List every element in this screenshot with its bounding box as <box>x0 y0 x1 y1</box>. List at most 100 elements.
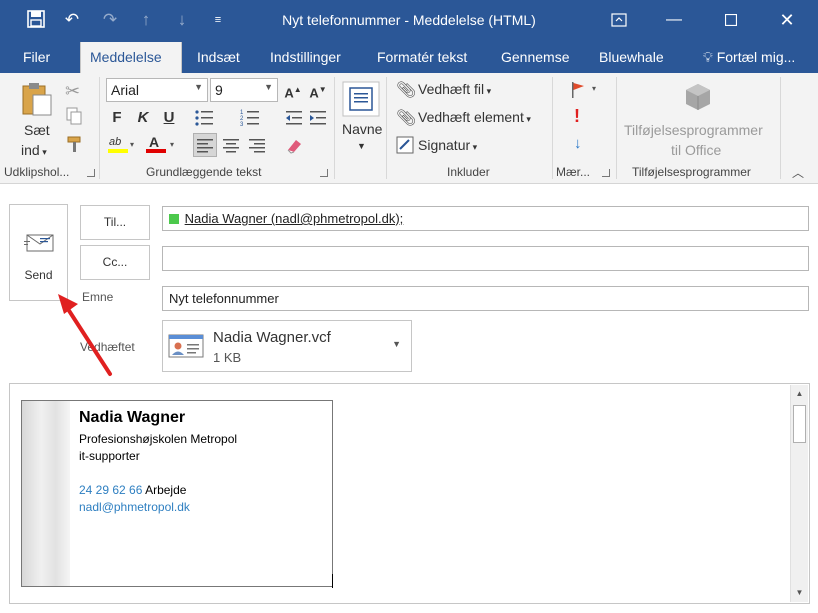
tab-message[interactable]: Meddelelse <box>80 42 182 73</box>
tell-me-label: Fortæl mig... <box>716 49 796 65</box>
tab-file[interactable]: Filer <box>14 42 59 73</box>
tab-review[interactable]: Gennemse <box>492 42 578 73</box>
svg-text:3: 3 <box>240 122 244 127</box>
to-recipient[interactable]: Nadia Wagner (nadl@phmetropol.dk); <box>185 211 404 226</box>
low-importance-icon[interactable]: ↓ <box>574 135 582 152</box>
office-addins-icon[interactable] <box>683 82 713 119</box>
lightbulb-icon: 💡︎ <box>703 49 713 65</box>
minimize-icon[interactable]: — <box>659 8 689 32</box>
addins-label-2[interactable]: til Office <box>671 142 721 158</box>
subject-field[interactable]: Nyt telefonnummer <box>162 286 809 311</box>
addins-group-label: Tilføjelsesprogrammer <box>632 165 751 179</box>
tab-options[interactable]: Indstillinger <box>261 42 350 73</box>
basic-text-group-label: Grundlæggende tekst <box>146 165 262 179</box>
font-name-value: Arial <box>111 82 140 98</box>
clipboard-launcher-icon[interactable] <box>87 169 95 177</box>
cut-icon[interactable]: ✂ <box>65 81 80 102</box>
attach-item-icon: 📎︎ <box>396 110 417 127</box>
card-phone: 24 29 62 66 <box>79 483 143 497</box>
tab-tell-me[interactable]: 💡︎ Fortæl mig... <box>694 42 804 73</box>
bullet-list-icon[interactable] <box>194 109 216 132</box>
card-organization: Profesionshøjskolen Metropol <box>79 432 238 446</box>
send-label: Send <box>24 268 53 282</box>
divider <box>616 77 617 179</box>
divider <box>780 77 781 179</box>
svg-text:A: A <box>149 134 159 150</box>
tags-launcher-icon[interactable] <box>602 169 610 177</box>
collapse-ribbon-icon[interactable]: ︿ <box>792 164 804 181</box>
paste-label-2[interactable]: ind ▾ <box>21 142 47 158</box>
bold-button[interactable]: F <box>106 107 128 129</box>
shrink-font-icon[interactable]: A▼ <box>307 79 329 101</box>
scroll-down-icon[interactable]: ▼ <box>793 586 806 600</box>
title-bar: ↶ ↷ ↑ ↓ ≡ Nyt telefonnummer - Meddelelse… <box>0 0 818 42</box>
signature-button[interactable]: Signatur ▾ <box>418 137 477 153</box>
include-group-label: Inkluder <box>447 165 490 179</box>
numbered-list-icon[interactable]: 123 <box>240 109 262 132</box>
align-center-icon[interactable] <box>220 134 242 161</box>
highlight-icon[interactable]: ab ▾ <box>108 133 138 160</box>
tags-group-label: Mær... <box>556 165 591 179</box>
underline-button[interactable]: U <box>158 107 180 129</box>
tab-format-text[interactable]: Formatér tekst <box>368 42 476 73</box>
attachment-item[interactable]: Nadia Wagner.vcf 1 KB ▼ <box>162 320 412 372</box>
scrollbar-thumb[interactable] <box>793 405 806 443</box>
tab-bluewhale[interactable]: Bluewhale <box>590 42 673 73</box>
close-icon[interactable]: ✕ <box>772 8 802 32</box>
high-importance-icon[interactable]: ! <box>574 106 580 127</box>
paperclip-icon: 📎︎ <box>396 82 417 99</box>
chevron-down-icon: ▼ <box>357 141 366 151</box>
card-email: nadl@phmetropol.dk <box>79 500 190 514</box>
paste-label-1[interactable]: Sæt <box>24 122 50 138</box>
attach-item-button[interactable]: Vedhæft element ▾ <box>418 109 531 125</box>
svg-text:▾: ▾ <box>130 140 134 149</box>
send-button[interactable]: Send <box>9 204 68 301</box>
clipboard-group-label: Udklipshol... <box>4 165 70 179</box>
addins-label-1[interactable]: Tilføjelsesprogrammer <box>624 122 763 138</box>
divider <box>386 77 387 179</box>
chevron-down-icon: ▼ <box>194 82 203 92</box>
cc-field[interactable] <box>162 246 809 271</box>
paste-icon[interactable] <box>20 81 54 122</box>
follow-up-flag-icon[interactable]: ▾ <box>570 81 600 104</box>
address-book-icon[interactable] <box>342 81 380 122</box>
attachment-dropdown-icon[interactable]: ▼ <box>392 339 401 349</box>
basic-text-launcher-icon[interactable] <box>320 169 328 177</box>
divider <box>334 77 335 179</box>
maximize-icon[interactable] <box>716 8 746 32</box>
attach-file-button[interactable]: Vedhæft fil ▾ <box>418 81 491 97</box>
font-color-icon[interactable]: A ▾ <box>146 133 178 160</box>
cc-button[interactable]: Cc... <box>80 245 150 280</box>
vcard-icon <box>168 333 206 364</box>
names-button-label[interactable]: Navne <box>342 121 382 137</box>
decrease-indent-icon[interactable] <box>284 109 304 132</box>
align-left-icon[interactable] <box>193 133 217 157</box>
card-phone-line: 24 29 62 66 Arbejde <box>79 483 186 497</box>
svg-text:ab: ab <box>109 136 121 148</box>
vertical-scrollbar[interactable]: ▲ ▼ <box>790 385 808 602</box>
grow-font-icon[interactable]: A▲ <box>282 79 304 101</box>
font-size-value: 9 <box>215 82 223 98</box>
attachment-name: Nadia Wagner.vcf <box>213 329 331 346</box>
signature-icon <box>396 136 414 159</box>
format-painter-icon[interactable] <box>66 135 84 158</box>
font-name-combo[interactable]: Arial ▼ <box>106 78 208 102</box>
clear-formatting-icon[interactable] <box>284 136 304 159</box>
divider <box>552 77 553 179</box>
align-right-icon[interactable] <box>246 134 268 161</box>
message-body[interactable]: Nadia Wagner Profesionshøjskolen Metropo… <box>9 383 810 604</box>
text-cursor <box>332 574 333 588</box>
increase-indent-icon[interactable] <box>308 109 328 132</box>
ribbon-tabs: Filer Meddelelse Indsæt Indstillinger Fo… <box>0 42 818 73</box>
to-button[interactable]: Til... <box>80 205 150 240</box>
font-size-combo[interactable]: 9 ▼ <box>210 78 278 102</box>
scroll-up-icon[interactable]: ▲ <box>793 387 806 401</box>
ribbon-display-icon[interactable] <box>604 8 634 32</box>
annotation-arrow-icon <box>58 294 112 376</box>
tab-insert[interactable]: Indsæt <box>188 42 249 73</box>
divider <box>99 77 100 179</box>
italic-button[interactable]: K <box>132 107 154 129</box>
copy-icon[interactable] <box>66 107 82 130</box>
to-field[interactable]: Nadia Wagner (nadl@phmetropol.dk); <box>162 206 809 231</box>
presence-status-icon <box>169 214 179 224</box>
